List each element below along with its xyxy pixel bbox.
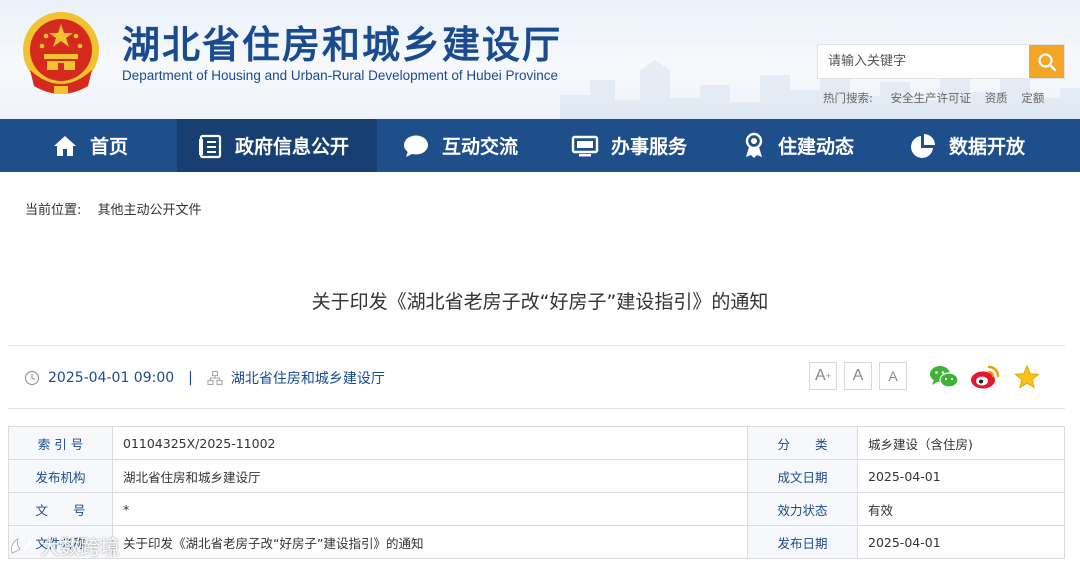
info-key: 文 号 (8, 492, 113, 526)
site-header: 湖北省住房和城乡建设厅 Department of Housing and Ur… (0, 0, 1080, 119)
nav-item-services[interactable]: 办事服务 (571, 119, 687, 172)
info-value: * (112, 492, 748, 526)
site-subtitle: Department of Housing and Urban-Rural De… (122, 68, 558, 83)
nav-item-label: 互动交流 (442, 136, 519, 158)
publisher: 湖北省住房和城乡建设厅 (230, 371, 385, 387)
home-icon (54, 135, 76, 156)
national-emblem-icon (23, 12, 99, 94)
organization-icon (207, 370, 223, 386)
hot-search-label: 热门搜索: (823, 91, 873, 105)
article-meta: 2025-04-01 09:00 | 湖北省住房和城乡建设厅 (24, 368, 385, 388)
font-normal-label: A (852, 367, 864, 384)
info-value: 有效 (857, 492, 1065, 526)
nav-item-open-data[interactable]: 数据开放 (909, 119, 1025, 172)
table-row: 文件名称 关于印发《湖北省老房子改“好房子”建设指引》的通知 发布日期 2025… (8, 525, 1065, 559)
divider (8, 345, 1065, 346)
breadcrumb-current[interactable]: 其他主动公开文件 (98, 203, 202, 218)
hot-search-link[interactable]: 定额 (1021, 91, 1044, 105)
divider (8, 408, 1065, 409)
info-value: 关于印发《湖北省老房子改“好房子”建设指引》的通知 (112, 525, 748, 559)
wechat-icon[interactable] (929, 364, 959, 390)
info-value: 城乡建设（含住房) (857, 426, 1065, 460)
hot-search: 热门搜索: 安全生产许可证 资质 定额 (823, 90, 1054, 106)
breadcrumb-label: 当前位置: (25, 203, 82, 218)
info-key: 成文日期 (747, 459, 858, 493)
nav-item-interaction[interactable]: 互动交流 (402, 119, 518, 172)
font-increase-label: A (815, 367, 826, 384)
info-key: 效力状态 (747, 492, 858, 526)
font-size-controls: A + A A (809, 362, 914, 390)
table-row: 发布机构 湖北省住房和城乡建设厅 成文日期 2025-04-01 (8, 459, 1065, 493)
document-list-icon (199, 134, 222, 158)
hot-search-link[interactable]: 资质 (985, 91, 1008, 105)
watermark-text: 大数跨境 (40, 535, 120, 559)
monitor-icon (571, 135, 599, 156)
font-increase-sup: + (825, 371, 831, 381)
search-box (817, 44, 1065, 79)
nav-item-label: 办事服务 (611, 136, 688, 158)
document-info-table: 索 引 号 01104325X/2025-11002 分 类 城乡建设（含住房)… (8, 426, 1065, 559)
nav-item-government-info[interactable]: 政府信息公开 (177, 119, 377, 172)
weibo-icon[interactable] (970, 364, 1000, 390)
main-nav: 首页 政府信息公开 互动交流 办事服务 住建动态 数据开放 (0, 119, 1080, 172)
breadcrumb: 当前位置: 其他主动公开文件 (25, 199, 202, 218)
publish-datetime: 2025-04-01 09:00 (48, 370, 175, 386)
clock-icon (24, 370, 40, 386)
font-normal-button[interactable]: A (844, 362, 872, 390)
search-icon (1037, 52, 1056, 71)
info-value: 2025-04-01 (857, 525, 1065, 559)
nav-item-label: 数据开放 (949, 136, 1026, 158)
info-key: 发布日期 (747, 525, 858, 559)
nav-item-label: 首页 (90, 136, 129, 158)
search-input[interactable] (818, 45, 1029, 78)
nav-item-label: 住建动态 (778, 136, 855, 158)
table-row: 文 号 * 效力状态 有效 (8, 492, 1065, 526)
site-title: 湖北省住房和城乡建设厅 (122, 22, 563, 67)
nav-item-label: 政府信息公开 (235, 136, 350, 158)
info-key: 分 类 (747, 426, 858, 460)
font-decrease-button[interactable]: A (879, 362, 907, 390)
watermark-logo-icon (11, 537, 32, 554)
article-title: 关于印发《湖北省老房子改“好房子”建设指引》的通知 (311, 291, 769, 313)
pie-chart-icon (911, 133, 935, 158)
favorite-star-icon[interactable] (1013, 364, 1041, 390)
nav-item-home[interactable]: 首页 (52, 119, 128, 172)
info-value: 2025-04-01 (857, 459, 1065, 493)
info-key: 索 引 号 (8, 426, 113, 460)
table-row: 索 引 号 01104325X/2025-11002 分 类 城乡建设（含住房) (8, 426, 1065, 460)
meta-separator: | (188, 370, 193, 386)
info-value: 湖北省住房和城乡建设厅 (112, 459, 748, 493)
award-icon (745, 132, 763, 158)
watermark: 大数跨境 (8, 531, 120, 560)
info-key: 发布机构 (8, 459, 113, 493)
search-button[interactable] (1029, 45, 1064, 78)
chat-bubble-icon (404, 135, 428, 157)
hot-search-link[interactable]: 安全生产许可证 (891, 91, 972, 105)
font-increase-button[interactable]: A + (809, 362, 837, 390)
font-decrease-label: A (888, 368, 898, 384)
nav-item-news[interactable]: 住建动态 (742, 119, 854, 172)
info-value: 01104325X/2025-11002 (112, 426, 748, 460)
